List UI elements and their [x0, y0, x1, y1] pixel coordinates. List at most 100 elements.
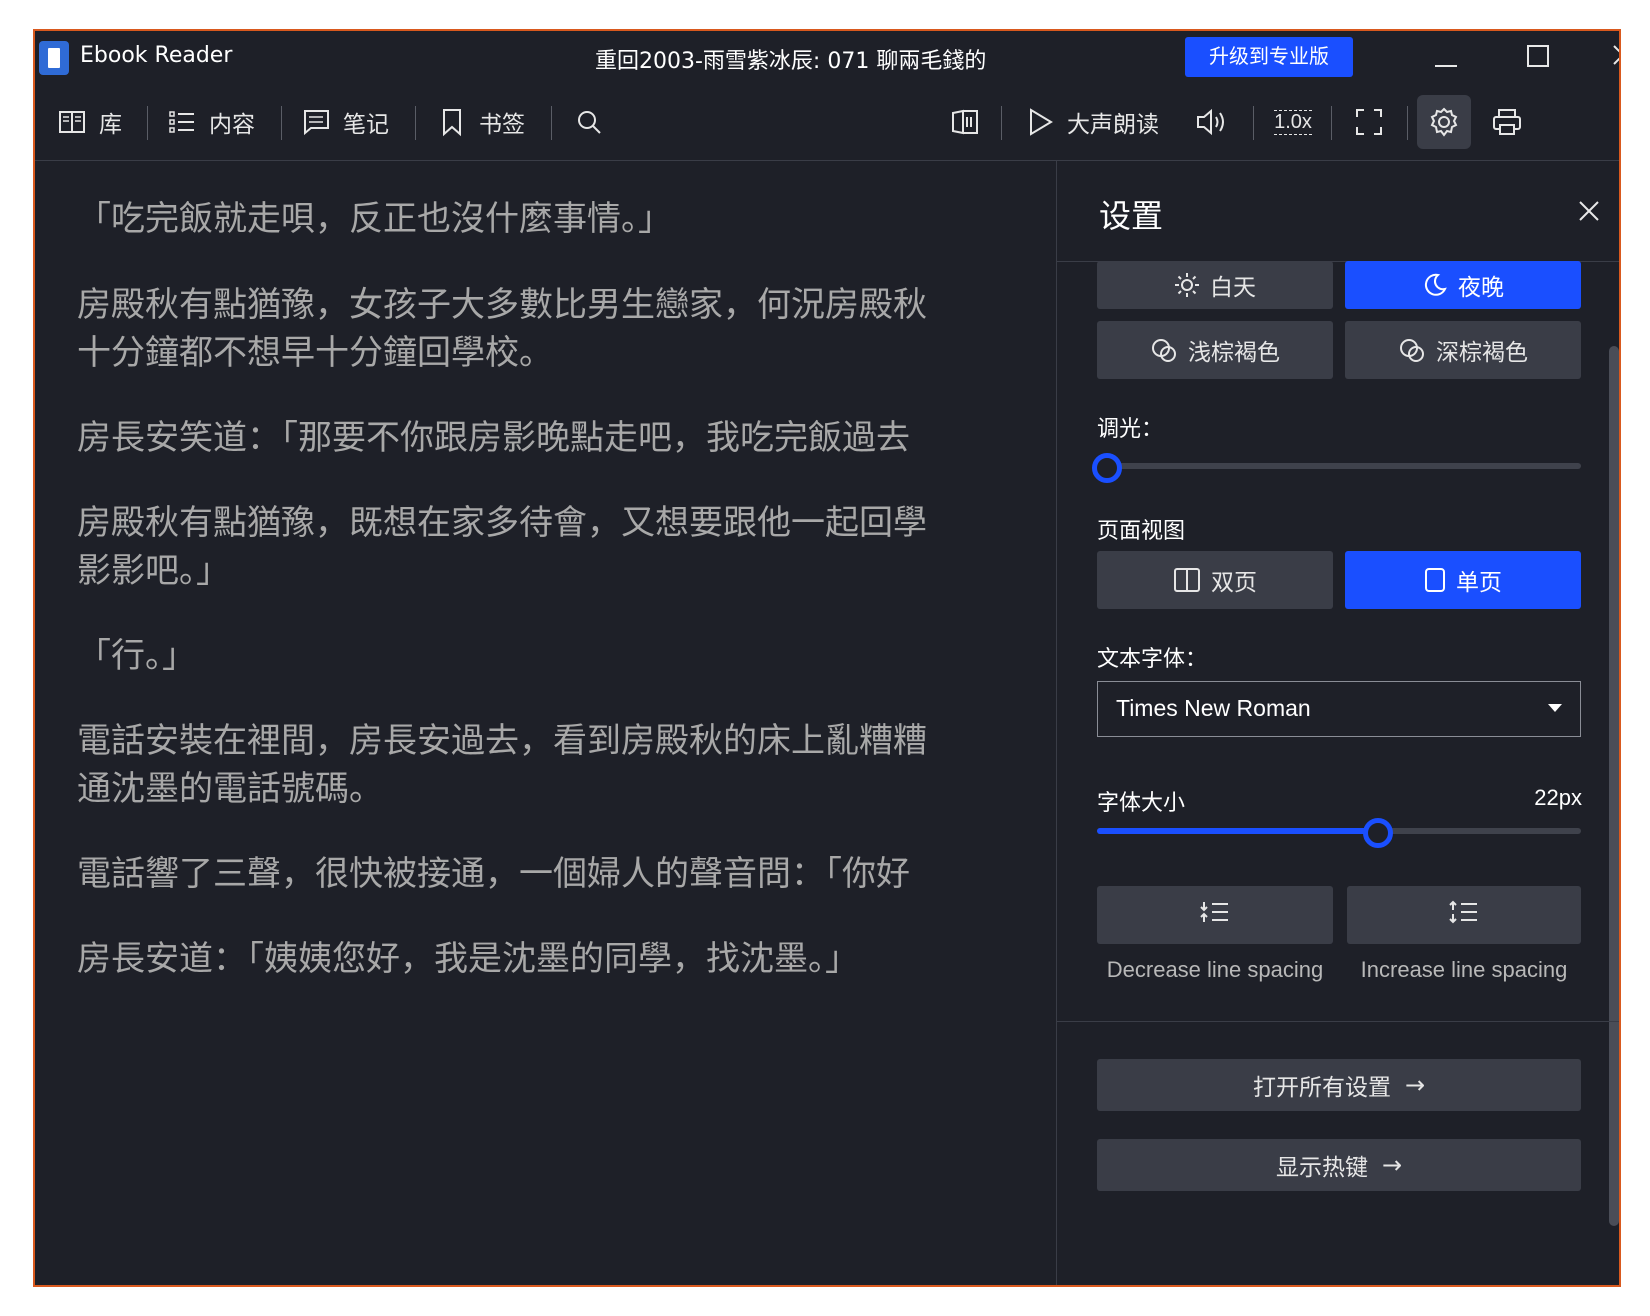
sun-icon: [1174, 272, 1200, 298]
toolbar-divider: [551, 106, 552, 140]
contents-label: 内容: [209, 112, 255, 138]
single-page-label: 单页: [1456, 570, 1502, 596]
arrow-right-icon: →: [1381, 1151, 1403, 1179]
arrow-right-icon: →: [1404, 1071, 1426, 1099]
settings-divider: [1057, 1021, 1619, 1022]
book-app-icon: [39, 41, 69, 75]
font-size-label: 字体大小: [1097, 791, 1186, 816]
note-icon: [301, 107, 331, 137]
moon-icon: [1422, 272, 1448, 298]
increase-line-spacing-label: Increase line spacing: [1360, 957, 1568, 982]
settings-panel: 设置 白天 夜晚 浅棕褐色 深棕褐色 调光： 页面视图 双页 单页 文本字体： …: [1056, 161, 1619, 1285]
text-paragraph: 房殿秋有點猶豫，既想在家多待會，又想要跟他一起回學: [77, 503, 927, 543]
palette-icon: [1150, 336, 1178, 364]
decrease-line-spacing-button[interactable]: [1097, 886, 1333, 944]
double-page-button[interactable]: 双页: [1097, 551, 1333, 609]
text-paragraph: 通沈墨的電話號碼。: [77, 769, 383, 809]
text-paragraph: 電話安裝在裡間，房長安過去，看到房殿秋的床上亂糟糟: [77, 721, 927, 761]
font-size-value: 22px: [1534, 785, 1582, 810]
notes-label: 笔记: [343, 112, 389, 138]
theme-day-button[interactable]: 白天: [1097, 261, 1333, 309]
upgrade-button[interactable]: 升级到专业版: [1185, 37, 1353, 77]
maximize-icon[interactable]: [1513, 35, 1563, 79]
minimize-icon[interactable]: [1421, 35, 1471, 79]
title-bar: Ebook Reader 重回2003-雨雪紫冰辰: 071 聊兩毛錢的 升级到…: [35, 31, 1619, 81]
book-open-icon: [57, 107, 87, 137]
toolbar-divider: [1407, 106, 1408, 140]
print-icon[interactable]: [1485, 100, 1529, 144]
dimming-label: 调光：: [1097, 417, 1164, 442]
theme-light-sepia-button[interactable]: 浅棕褐色: [1097, 321, 1333, 379]
dimming-slider-thumb[interactable]: [1092, 453, 1122, 483]
theme-night-button[interactable]: 夜晚: [1345, 261, 1581, 309]
show-hotkeys-label: 显示热键: [1275, 1155, 1368, 1181]
text-paragraph: 房殿秋有點猶豫，女孩子大多數比男生戀家，何況房殿秋: [77, 285, 927, 325]
reading-mode-icon[interactable]: [943, 100, 987, 144]
font-select[interactable]: Times New Roman: [1097, 681, 1581, 737]
list-icon: [167, 107, 197, 137]
font-select-value: Times New Roman: [1116, 695, 1311, 721]
show-hotkeys-button[interactable]: 显示热键 →: [1097, 1139, 1581, 1191]
dimming-slider[interactable]: [1097, 463, 1581, 469]
speed-label: 1.0x: [1274, 109, 1312, 135]
read-aloud-button[interactable]: 大声朗读: [1025, 100, 1159, 144]
fullscreen-icon[interactable]: [1347, 100, 1391, 144]
playback-speed-button[interactable]: 1.0x: [1271, 100, 1315, 144]
font-size-slider-fill: [1097, 828, 1378, 834]
increase-line-spacing-button[interactable]: [1347, 886, 1581, 944]
text-paragraph: 「行。」: [77, 636, 196, 676]
settings-header: 设置: [1057, 161, 1619, 262]
bookmarks-label: 书签: [479, 112, 525, 138]
text-paragraph: 房長安道：「姨姨您好，我是沈墨的同學，找沈墨。」: [77, 939, 859, 979]
bookmark-icon: [437, 107, 467, 137]
double-page-label: 双页: [1211, 570, 1257, 596]
toolbar-divider: [1331, 106, 1332, 140]
theme-light-sepia-label: 浅棕褐色: [1188, 340, 1280, 366]
text-paragraph: 十分鐘都不想早十分鐘回學校。: [77, 333, 553, 373]
toolbar-divider: [415, 106, 416, 140]
app-name: Ebook Reader: [80, 43, 233, 68]
settings-gear-icon[interactable]: [1417, 95, 1471, 149]
theme-dark-sepia-label: 深棕褐色: [1436, 340, 1528, 366]
bookmarks-button[interactable]: 书签: [437, 100, 525, 144]
close-window-icon[interactable]: [1599, 35, 1619, 79]
library-button[interactable]: 库: [57, 100, 122, 144]
line-spacing-increase-icon: [1449, 898, 1479, 932]
font-size-slider-thumb[interactable]: [1362, 818, 1393, 848]
toolbar-divider: [147, 106, 148, 140]
toolbar-divider: [1001, 106, 1002, 140]
double-page-icon: [1173, 566, 1201, 594]
settings-title: 设置: [1099, 197, 1164, 235]
reading-pane[interactable]: 「吃完飯就走唄，反正也沒什麼事情。」 房殿秋有點猶豫，女孩子大多數比男生戀家，何…: [35, 161, 1055, 1285]
play-icon: [1025, 107, 1055, 137]
theme-day-label: 白天: [1210, 275, 1256, 301]
single-page-icon: [1424, 566, 1446, 594]
volume-icon[interactable]: [1191, 100, 1235, 144]
font-label: 文本字体：: [1097, 647, 1208, 672]
toolbar: 库 内容 笔记 书签 大声朗读 1.0x: [35, 86, 1619, 161]
search-icon[interactable]: [567, 100, 611, 144]
read-aloud-label: 大声朗读: [1067, 112, 1159, 138]
palette-icon: [1398, 336, 1426, 364]
text-paragraph: 房長安笑道：「那要不你跟房影晚點走吧，我吃完飯過去: [77, 418, 910, 458]
decrease-line-spacing-label: Decrease line spacing: [1106, 957, 1324, 982]
theme-dark-sepia-button[interactable]: 深棕褐色: [1345, 321, 1581, 379]
open-all-settings-button[interactable]: 打开所有设置 →: [1097, 1059, 1581, 1111]
document-title: 重回2003-雨雪紫冰辰: 071 聊兩毛錢的: [595, 49, 987, 74]
line-spacing-decrease-icon: [1200, 898, 1230, 932]
text-paragraph: 電話響了三聲，很快被接通，一個婦人的聲音問：「你好: [77, 854, 910, 894]
app-window: Ebook Reader 重回2003-雨雪紫冰辰: 071 聊兩毛錢的 升级到…: [33, 29, 1621, 1287]
page-view-label: 页面视图: [1097, 519, 1186, 544]
notes-button[interactable]: 笔记: [301, 100, 389, 144]
library-label: 库: [99, 112, 122, 138]
contents-button[interactable]: 内容: [167, 100, 255, 144]
chevron-down-icon: [1548, 704, 1562, 712]
theme-night-label: 夜晚: [1458, 275, 1504, 301]
text-paragraph: 「吃完飯就走唄，反正也沒什麼事情。」: [77, 199, 672, 239]
text-paragraph: 影影吧。」: [77, 551, 230, 591]
toolbar-divider: [1253, 106, 1254, 140]
toolbar-divider: [281, 106, 282, 140]
single-page-button[interactable]: 单页: [1345, 551, 1581, 609]
settings-scrollbar[interactable]: [1609, 346, 1619, 1226]
close-icon[interactable]: [1577, 199, 1607, 229]
